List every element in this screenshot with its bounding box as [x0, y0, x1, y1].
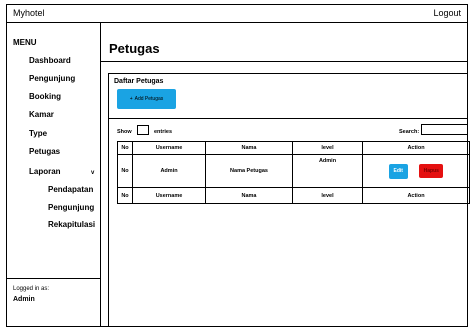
- footer-nama: Nama: [205, 187, 293, 204]
- petugas-panel: Daftar Petugas + Add Petugas Show entrie…: [108, 73, 470, 326]
- table-header-row: No Username Nama level Action: [117, 141, 470, 155]
- entries-select[interactable]: [137, 125, 149, 135]
- table-footer-row: No Username Nama level Action: [117, 187, 470, 204]
- add-petugas-button[interactable]: + Add Petugas: [117, 89, 176, 109]
- edit-button[interactable]: Edit: [388, 163, 408, 179]
- cell-level: Admin: [292, 154, 363, 188]
- sidebar-item-petugas[interactable]: Petugas: [29, 147, 60, 156]
- chevron-down-icon[interactable]: v: [91, 170, 94, 176]
- menu-title: MENU: [13, 38, 37, 47]
- search-label: Search:: [399, 129, 420, 135]
- cell-nama: Nama Petugas: [205, 154, 293, 188]
- sidebar-divider: [7, 278, 100, 279]
- header-action: Action: [362, 141, 470, 155]
- sidebar-subitem-pendapatan[interactable]: Pendapatan: [48, 185, 93, 194]
- cell-username: Admin: [132, 154, 206, 188]
- header-level: level: [292, 141, 363, 155]
- sidebar-subitem-rekapitulasi[interactable]: Rekapitulasi: [48, 220, 95, 229]
- header-nama: Nama: [205, 141, 293, 155]
- sidebar-item-type[interactable]: Type: [29, 129, 47, 138]
- cell-action: Edit Hapus: [362, 154, 470, 188]
- footer-username: Username: [132, 187, 206, 204]
- panel-title: Daftar Petugas: [114, 78, 164, 85]
- sidebar-item-pengunjung[interactable]: Pengunjung: [29, 74, 75, 83]
- entries-label: entries: [154, 129, 173, 135]
- footer-no: No: [117, 187, 133, 204]
- show-label: Show: [117, 129, 132, 135]
- footer-level: level: [292, 187, 363, 204]
- sidebar-item-dashboard[interactable]: Dashboard: [29, 56, 71, 65]
- cell-no: No: [117, 154, 133, 188]
- panel-divider: [109, 118, 467, 119]
- plus-icon: +: [129, 96, 133, 102]
- logout-link[interactable]: Logout: [433, 8, 461, 18]
- app-title: Myhotel: [13, 8, 45, 18]
- title-divider: [101, 61, 467, 62]
- app-window: Myhotel Logout MENU Dashboard Pengunjung…: [6, 4, 470, 327]
- add-petugas-label: Add Petugas: [134, 96, 164, 102]
- footer-action: Action: [362, 187, 470, 204]
- logged-in-label: Logged in as:: [13, 286, 50, 292]
- logged-in-user: Admin: [13, 296, 35, 303]
- top-bar: Myhotel Logout: [7, 5, 467, 23]
- search-input[interactable]: [421, 124, 468, 135]
- sidebar-subitem-pengunjung[interactable]: Pengunjung: [48, 203, 94, 212]
- delete-button[interactable]: Hapus: [419, 164, 444, 178]
- sidebar-item-laporan[interactable]: Laporan: [29, 167, 61, 176]
- sidebar-item-kamar[interactable]: Kamar: [29, 110, 54, 119]
- sidebar-item-booking[interactable]: Booking: [29, 92, 61, 101]
- petugas-table: No Username Nama level Action No Admin N…: [117, 141, 470, 204]
- header-no: No: [117, 141, 133, 155]
- page-title: Petugas: [109, 41, 160, 56]
- sidebar: MENU Dashboard Pengunjung Booking Kamar …: [7, 23, 101, 326]
- table-row: No Admin Nama Petugas Admin Edit Hapus: [117, 154, 470, 188]
- header-username: Username: [132, 141, 206, 155]
- main-content: Petugas Daftar Petugas + Add Petugas Sho…: [101, 23, 470, 326]
